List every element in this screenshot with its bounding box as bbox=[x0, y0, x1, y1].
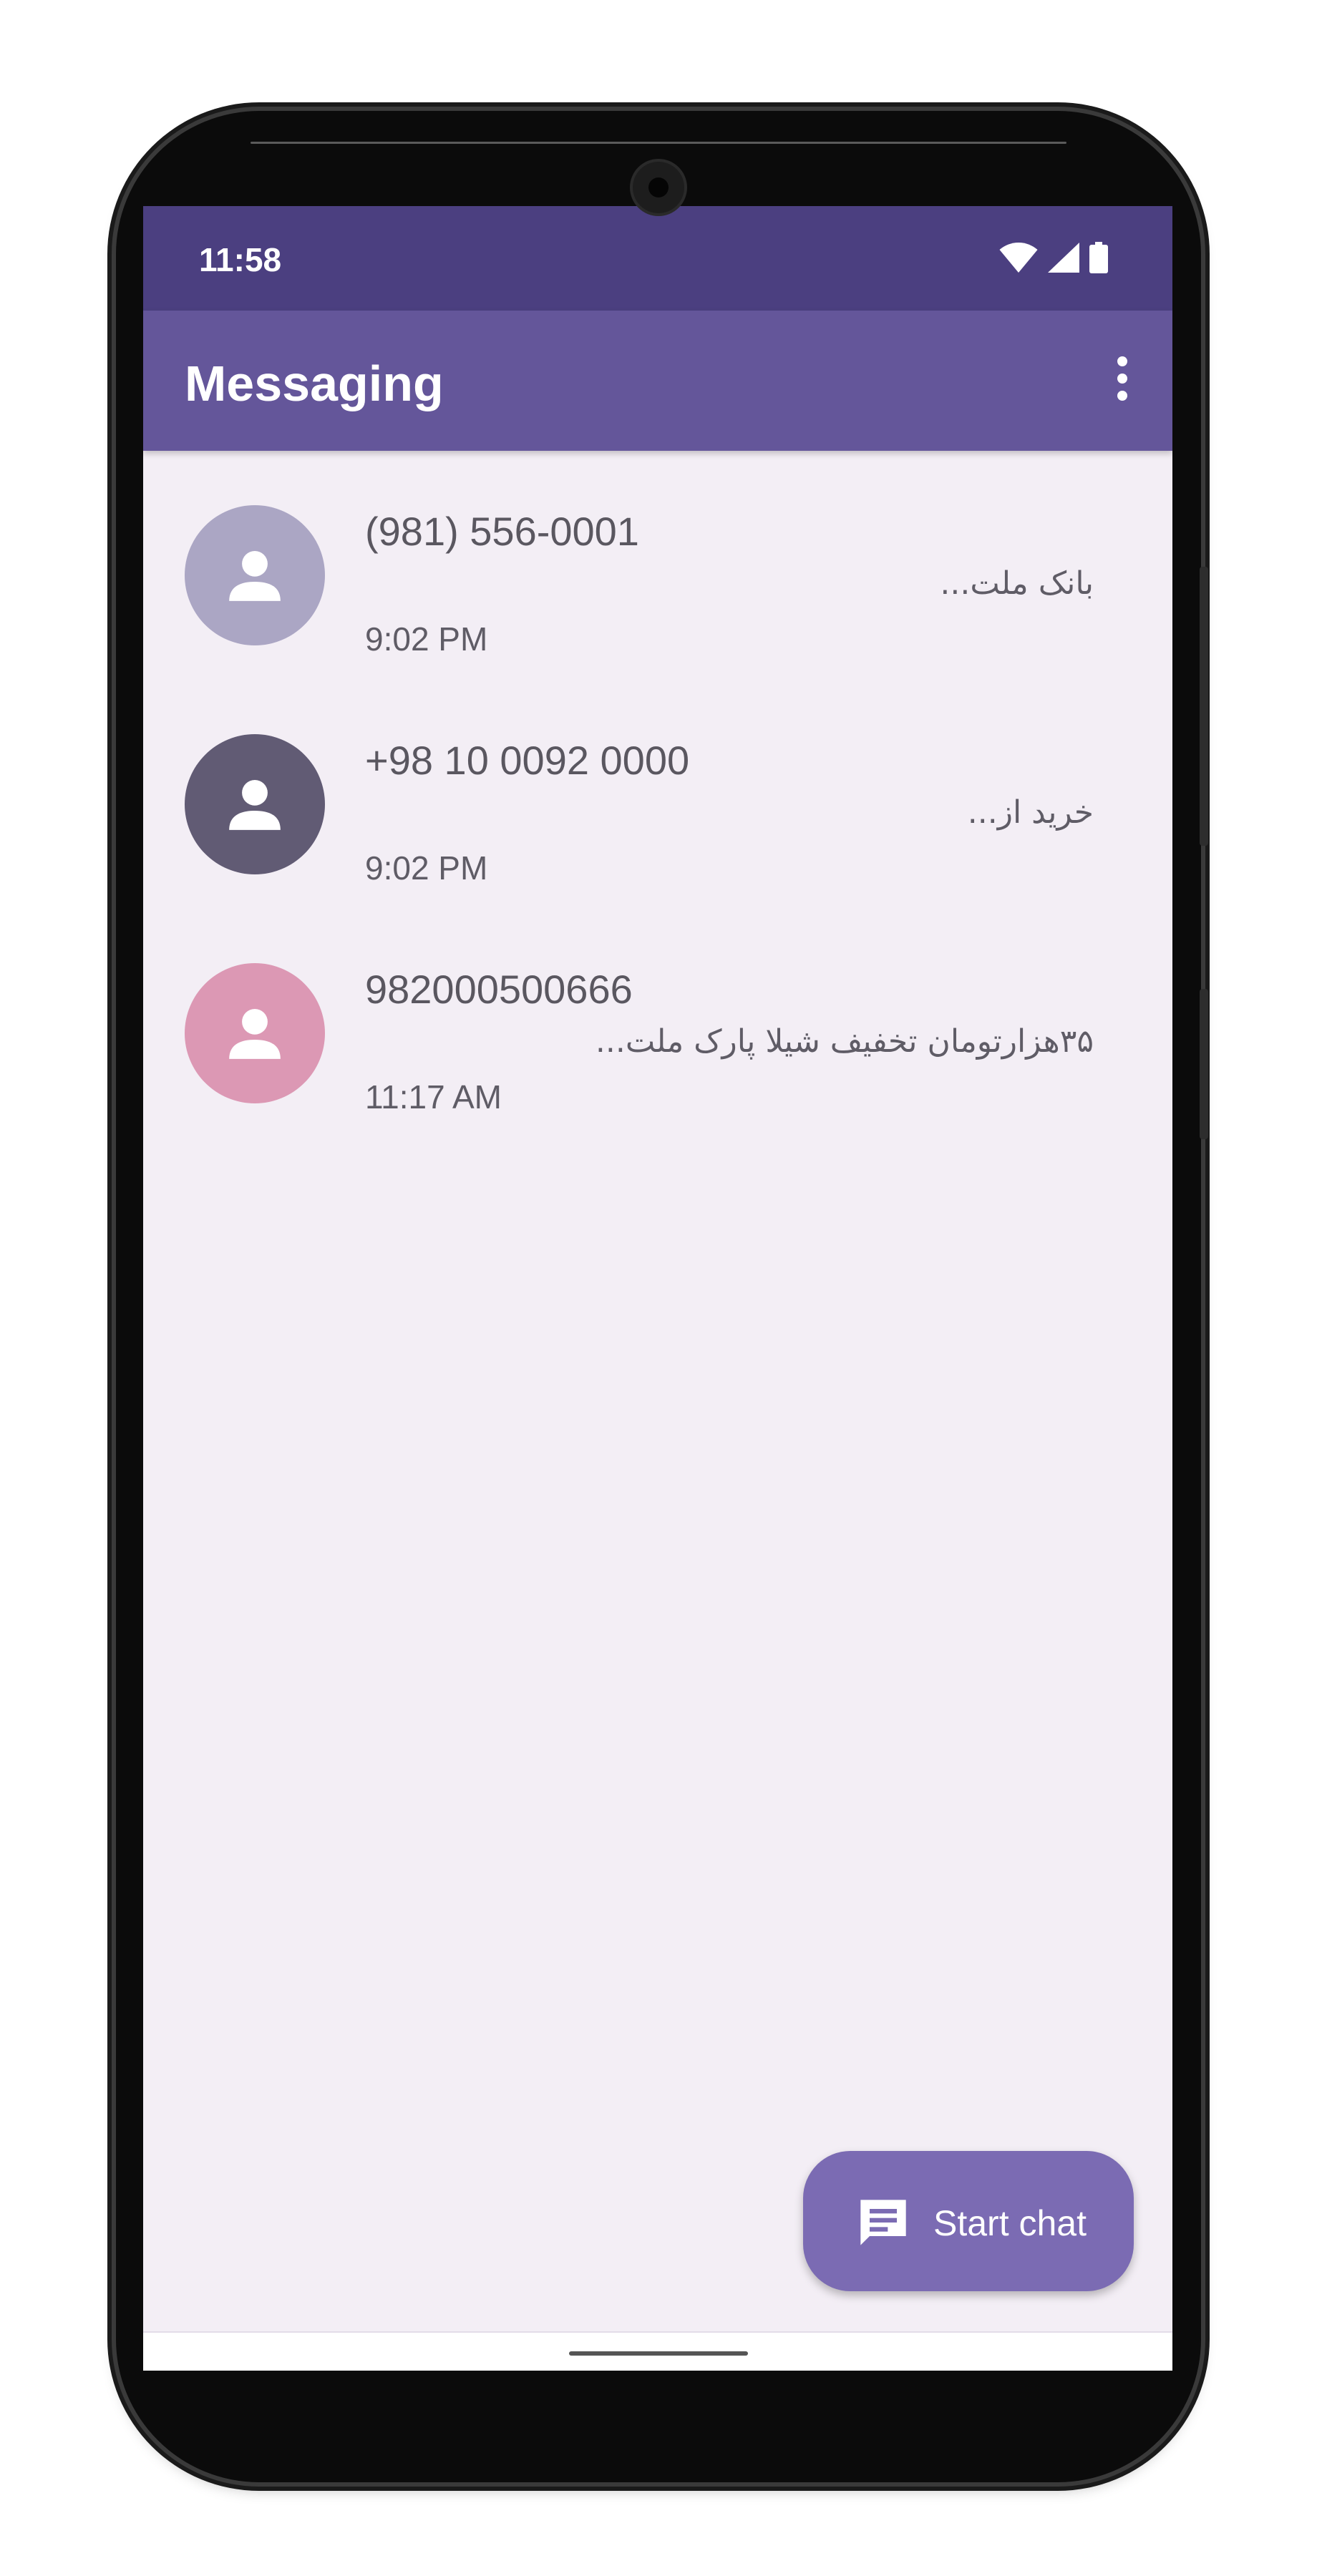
more-options-button[interactable] bbox=[1108, 353, 1137, 404]
cellular-signal-icon bbox=[1048, 243, 1079, 273]
conversation-preview: بانک ملت... bbox=[940, 565, 1094, 602]
status-icons bbox=[999, 242, 1108, 273]
person-icon bbox=[229, 779, 281, 830]
status-bar: 11:58 bbox=[143, 206, 1172, 311]
conversation-time: 11:17 AM bbox=[365, 1078, 502, 1116]
volume-button bbox=[1200, 989, 1208, 1139]
power-button bbox=[1200, 567, 1208, 846]
conversation-preview: ۳۵هزارتومان تخفیف شیلا پارک ملت... bbox=[595, 1023, 1094, 1060]
phone-speaker-line bbox=[251, 142, 1066, 144]
conversation-sender: (981) 556-0001 bbox=[365, 509, 639, 554]
conversation-item[interactable]: 982000500666 ۳۵هزارتومان تخفیف شیلا پارک… bbox=[143, 909, 1172, 1138]
conversation-item[interactable]: (981) 556-0001 بانک ملت... 9:02 PM bbox=[143, 451, 1172, 680]
start-chat-button[interactable]: Start chat bbox=[803, 2151, 1134, 2291]
person-icon bbox=[229, 550, 281, 601]
more-vert-icon bbox=[1117, 356, 1127, 366]
avatar bbox=[185, 963, 325, 1103]
status-time: 11:58 bbox=[199, 241, 282, 278]
conversation-list: (981) 556-0001 بانک ملت... 9:02 PM +98 1… bbox=[143, 451, 1172, 1138]
start-chat-label: Start chat bbox=[933, 2203, 1087, 2243]
screen: 11:58 Messaging (981) 556-0001 بانک ملت.… bbox=[143, 206, 1172, 2371]
conversation-sender: +98 10 0092 0000 bbox=[365, 738, 690, 783]
wifi-icon bbox=[999, 243, 1038, 273]
home-indicator[interactable] bbox=[569, 2351, 748, 2356]
conversation-item[interactable]: +98 10 0092 0000 خرید از... 9:02 PM bbox=[143, 680, 1172, 909]
person-icon bbox=[229, 1008, 281, 1059]
battery-icon bbox=[1089, 242, 1108, 273]
chat-icon bbox=[860, 2200, 906, 2245]
front-camera bbox=[633, 162, 684, 213]
conversation-time: 9:02 PM bbox=[365, 620, 488, 658]
app-bar: Messaging bbox=[143, 311, 1172, 451]
conversation-sender: 982000500666 bbox=[365, 967, 633, 1012]
conversation-preview: خرید از... bbox=[967, 794, 1094, 831]
navigation-bar bbox=[143, 2331, 1172, 2371]
avatar bbox=[185, 505, 325, 645]
avatar bbox=[185, 734, 325, 874]
conversation-time: 9:02 PM bbox=[365, 849, 488, 887]
app-title: Messaging bbox=[185, 356, 444, 411]
